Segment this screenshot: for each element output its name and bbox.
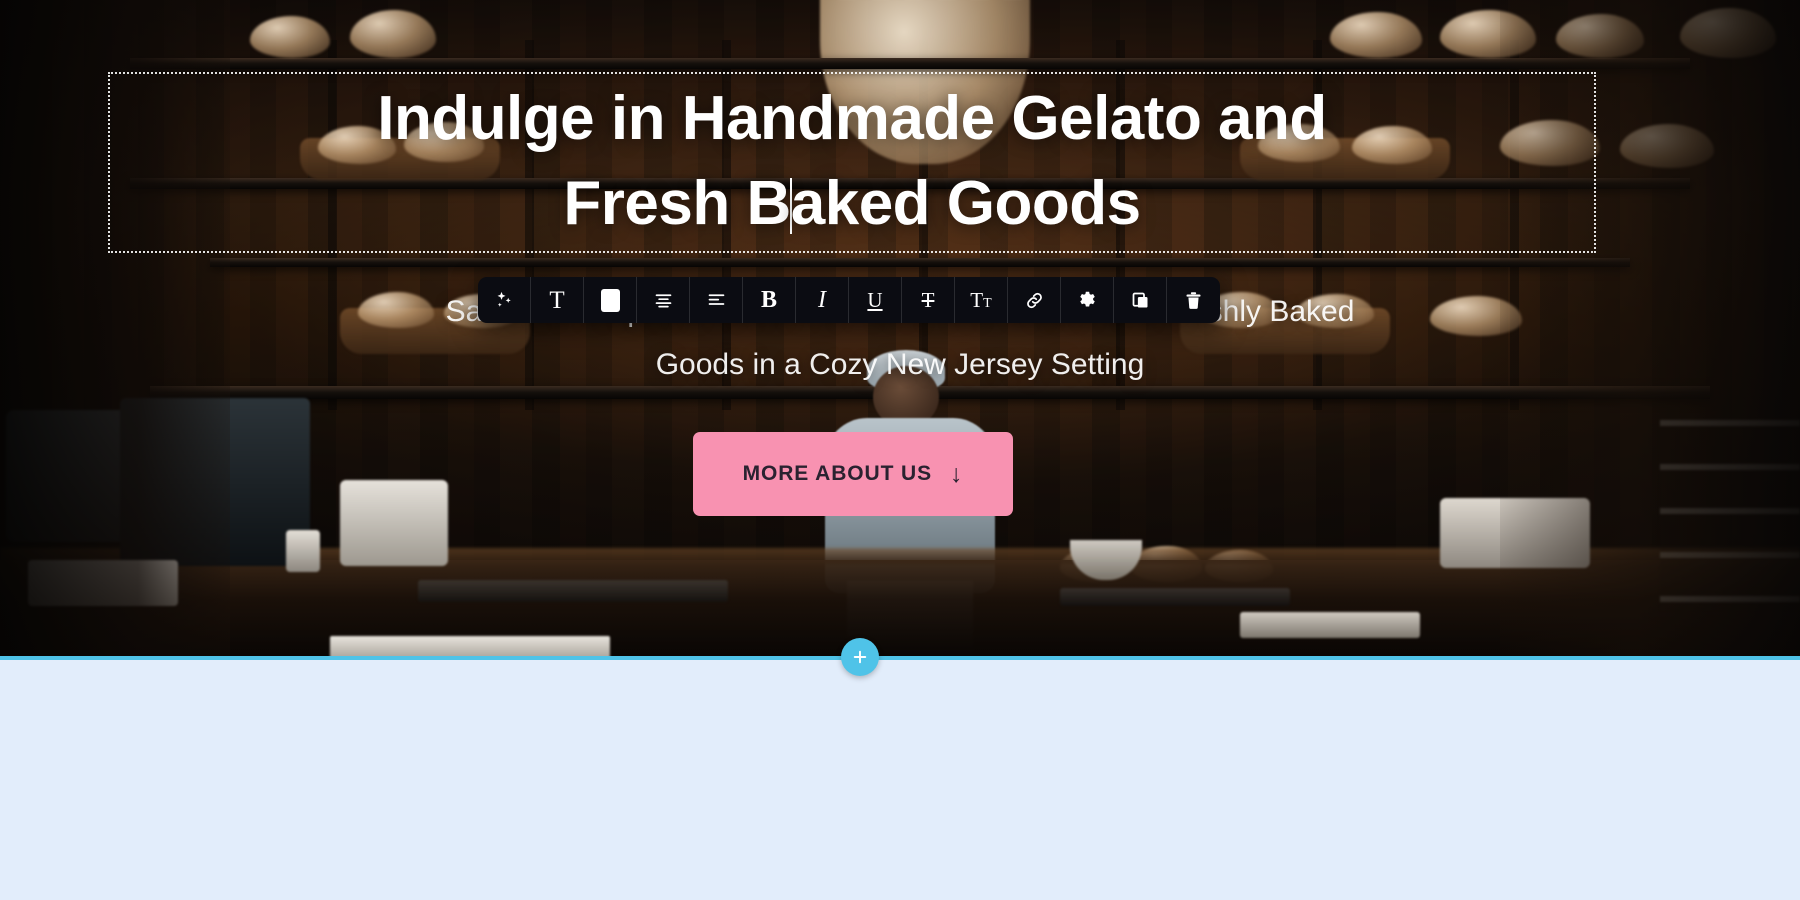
font-size-icon[interactable]: TT [955,277,1008,323]
settings-icon[interactable] [1061,277,1114,323]
text-style-icon[interactable]: T [531,277,584,323]
more-about-us-label: MORE ABOUT US [742,462,932,485]
hero-title-line-2-after-caret: aked Goods [790,169,1141,238]
delete-icon[interactable] [1167,277,1220,323]
add-section-button[interactable] [841,638,879,676]
ai-assist-icon[interactable] [478,277,531,323]
arrow-down-icon: ↓ [950,459,964,488]
more-about-us-button[interactable]: MORE ABOUT US ↓ [693,432,1013,516]
link-icon[interactable] [1008,277,1061,323]
next-section[interactable] [0,660,1800,900]
text-color-icon[interactable] [584,277,637,323]
hero-title-line-1: Indulge in Handmade Gelato and [377,84,1327,153]
hero-content: Indulge in Handmade Gelato and Fresh Bak… [0,0,1800,658]
italic-icon[interactable]: I [796,277,849,323]
text-format-toolbar[interactable]: T B I U T TT [478,277,1220,323]
bold-icon[interactable]: B [743,277,796,323]
underline-icon[interactable]: U [849,277,902,323]
hero-section[interactable]: Indulge in Handmade Gelato and Fresh Bak… [0,0,1800,658]
hero-title-line-2-before-caret: Fresh B [563,169,791,238]
hero-subtitle-line-2: Goods in a Cozy New Jersey Setting [655,348,1145,381]
align-center-icon[interactable] [637,277,690,323]
hero-title[interactable]: Indulge in Handmade Gelato and Fresh Bak… [108,76,1596,246]
editor-canvas: Indulge in Handmade Gelato and Fresh Bak… [0,0,1800,900]
strikethrough-icon[interactable]: T [902,277,955,323]
section-divider-line [0,656,1800,660]
align-left-icon[interactable] [690,277,743,323]
duplicate-icon[interactable] [1114,277,1167,323]
